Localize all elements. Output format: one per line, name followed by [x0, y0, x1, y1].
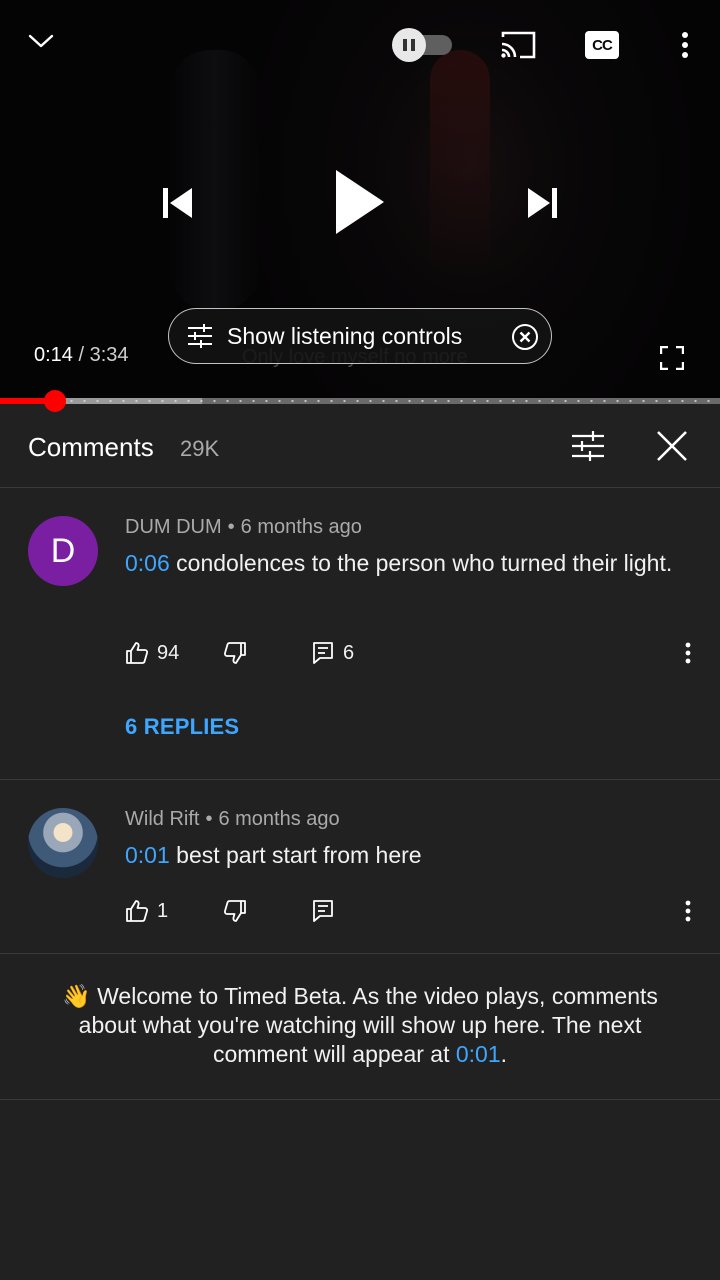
close-comments-button[interactable] [652, 426, 692, 466]
play-icon [336, 170, 384, 234]
comment-actions: 1 [125, 894, 705, 928]
chevron-down-icon [28, 34, 54, 48]
avatar[interactable] [28, 808, 98, 878]
dislike-button[interactable] [223, 894, 247, 928]
comment-author[interactable]: Wild Rift [125, 808, 199, 830]
comment-age: 6 months ago [218, 808, 340, 830]
thumb-up-icon [126, 642, 149, 664]
fullscreen-icon [660, 346, 684, 370]
cc-icon: CC [585, 31, 619, 59]
comment-text: best part start from here [176, 842, 422, 868]
time-separator: / [78, 344, 85, 366]
autoplay-toggle[interactable] [392, 28, 456, 62]
avatar[interactable]: D [28, 516, 98, 586]
comment-meta: DUM DUM • 6 months ago [125, 516, 362, 538]
cast-icon [501, 31, 536, 59]
comment-item: Wild Rift • 6 months ago 0:01 best part st… [0, 780, 720, 954]
time-readout: 0:14 / 3:34 [34, 344, 129, 367]
listening-controls-chip[interactable]: Show listening controls [168, 308, 552, 364]
comment-actions: 94 6 [125, 636, 705, 670]
view-replies-button[interactable]: 6 REPLIES [125, 714, 239, 740]
comment-meta: Wild Rift • 6 months ago [125, 808, 340, 830]
comment-icon [313, 642, 333, 664]
more-vert-icon [685, 642, 691, 664]
comment-item: D DUM DUM • 6 months ago 0:06 condolences … [0, 488, 720, 780]
comment-more-button[interactable] [675, 894, 701, 928]
reply-count: 6 [343, 641, 355, 664]
reply-button[interactable] [311, 894, 335, 928]
skip-previous-icon [163, 188, 192, 218]
comment-more-button[interactable] [675, 636, 701, 670]
current-time: 0:14 [34, 344, 73, 366]
timed-beta-note: 👋 Welcome to Timed Beta. As the video pl… [0, 954, 720, 1100]
close-icon [657, 431, 687, 461]
thumb-up-icon [126, 900, 149, 922]
comments-title: Comments [28, 432, 154, 462]
close-circle-icon[interactable] [511, 323, 539, 351]
cast-button[interactable] [498, 28, 538, 62]
thumb-down-icon [223, 642, 246, 664]
thumb-down-icon [223, 900, 246, 922]
reply-button[interactable]: 6 [311, 636, 354, 670]
comment-body: 0:06 condolences to the person who turne… [125, 546, 685, 581]
comment-age: 6 months ago [240, 516, 362, 538]
like-button[interactable]: 1 [125, 894, 168, 928]
comment-text: condolences to the person who turned the… [176, 550, 673, 576]
previous-button[interactable] [152, 178, 202, 228]
skip-next-icon [528, 188, 557, 218]
listening-controls-label: Show listening controls [227, 322, 463, 349]
more-vert-icon [682, 32, 688, 58]
like-button[interactable]: 94 [125, 636, 179, 670]
beta-note-period: . [500, 1041, 508, 1067]
comments-header: Comments 29K [0, 404, 720, 488]
fullscreen-button[interactable] [656, 342, 688, 374]
comment-body: 0:01 best part start from here [125, 838, 685, 873]
wave-emoji-icon: 👋 [62, 983, 91, 1009]
comments-filter-button[interactable] [568, 426, 608, 466]
captions-button[interactable]: CC [584, 30, 620, 60]
more-vert-icon [685, 900, 691, 922]
beta-note-text: Welcome to Timed Beta. As the video play… [78, 983, 658, 1067]
player-more-button[interactable] [670, 28, 700, 62]
pause-icon [392, 28, 426, 62]
comments-count: 29K [180, 436, 220, 461]
comment-author[interactable]: DUM DUM [125, 516, 222, 538]
comment-timestamp-link[interactable]: 0:01 [125, 842, 170, 868]
progress-markers [0, 400, 720, 402]
next-button[interactable] [518, 178, 568, 228]
beta-note-timestamp-link[interactable]: 0:01 [456, 1041, 501, 1067]
comment-timestamp-link[interactable]: 0:06 [125, 550, 170, 576]
play-button[interactable] [322, 162, 394, 242]
comment-icon [313, 900, 333, 922]
like-count: 1 [157, 899, 169, 922]
tune-icon [572, 431, 604, 461]
dislike-button[interactable] [223, 636, 247, 670]
tune-icon [188, 324, 212, 348]
minimize-button[interactable] [24, 26, 58, 56]
video-player[interactable]: CC Only love myself no more 0:14 / 3:34 [0, 0, 720, 400]
like-count: 94 [157, 641, 180, 664]
duration: 3:34 [89, 344, 129, 366]
